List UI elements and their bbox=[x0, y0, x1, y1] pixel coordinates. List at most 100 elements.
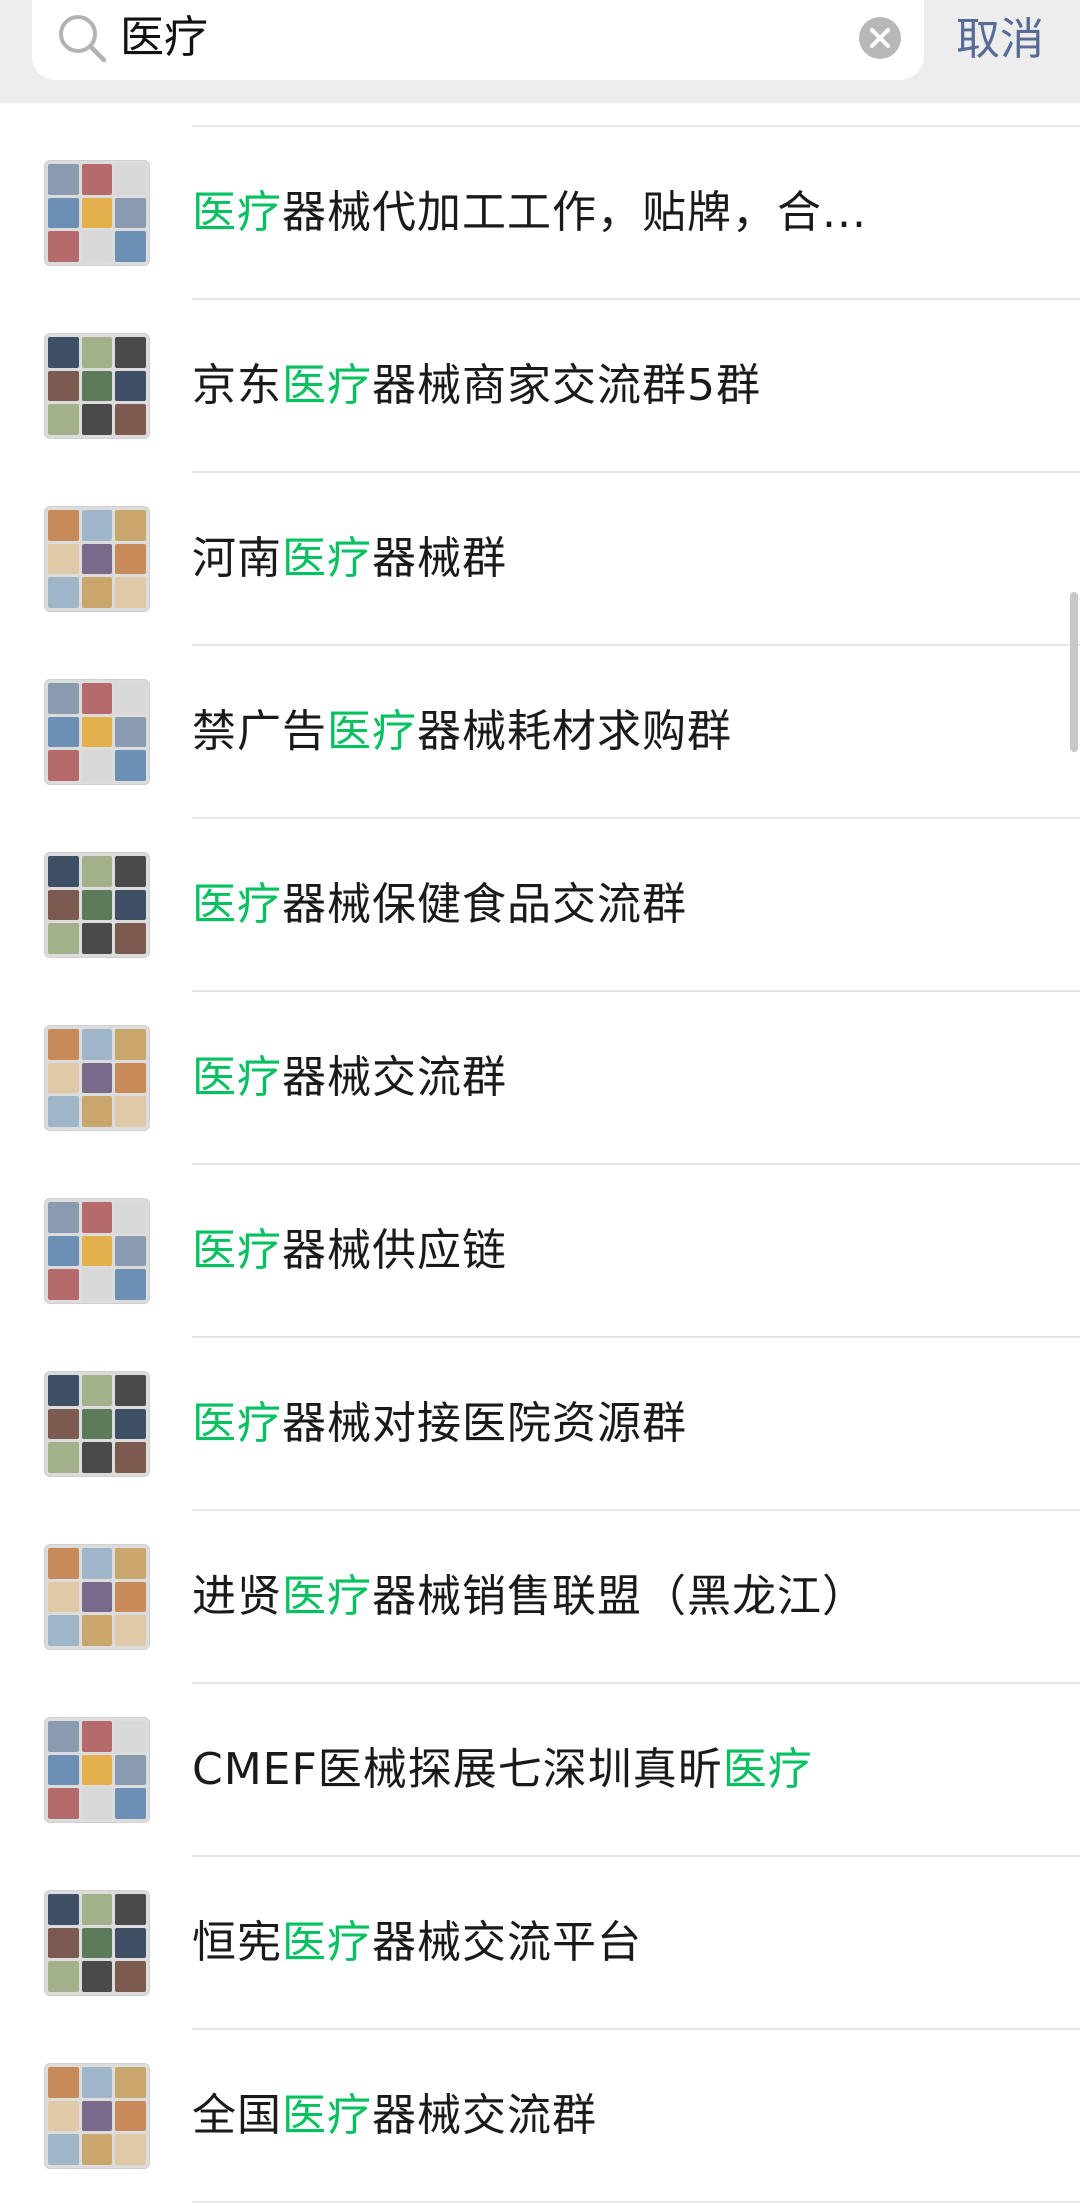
group-avatar bbox=[44, 852, 150, 958]
group-avatar bbox=[44, 1544, 150, 1650]
avatar-tile bbox=[48, 1442, 79, 1473]
chat-result-item[interactable]: CMEF医械探展七深圳真昕医疗 bbox=[0, 1684, 1080, 1857]
keyword-highlight: 医疗 bbox=[192, 1398, 282, 1449]
chat-result-item[interactable]: 全国医疗器械交流群 bbox=[0, 2030, 1080, 2203]
avatar-tile bbox=[115, 889, 146, 921]
avatar-tile bbox=[115, 543, 146, 575]
avatar-tile bbox=[48, 370, 79, 402]
cancel-button[interactable]: 取消 bbox=[956, 14, 1044, 66]
name-text: 器械群 bbox=[372, 533, 507, 584]
name-text: 器械代加工工作，贴牌，合... bbox=[282, 187, 867, 238]
group-avatar bbox=[44, 1890, 150, 1996]
avatar-tile bbox=[115, 2067, 146, 2098]
group-avatar bbox=[44, 1717, 150, 1823]
clear-icon[interactable] bbox=[858, 16, 902, 60]
avatar-tile bbox=[115, 1961, 146, 1992]
avatar-tile bbox=[115, 1029, 146, 1060]
avatar-tile bbox=[48, 1721, 79, 1752]
avatar-tile bbox=[81, 1581, 113, 1613]
avatar-tile bbox=[48, 1961, 79, 1992]
avatar-tile bbox=[81, 1442, 113, 1473]
group-name: 医疗器械供应链 bbox=[192, 1223, 507, 1279]
avatar-tile bbox=[115, 231, 146, 262]
avatar-tile bbox=[81, 1269, 113, 1300]
avatar-tile bbox=[115, 1754, 146, 1786]
avatar-tile bbox=[81, 716, 113, 748]
avatar-tile bbox=[81, 1894, 113, 1925]
avatar-tile bbox=[115, 683, 146, 714]
avatar-tile bbox=[115, 1269, 146, 1300]
avatar-tile bbox=[115, 750, 146, 781]
group-name: 全国医疗器械交流群 bbox=[192, 2088, 597, 2144]
avatar-tile bbox=[48, 1096, 79, 1127]
group-avatar bbox=[44, 333, 150, 439]
keyword-highlight: 医疗 bbox=[722, 1744, 813, 1795]
avatar-tile bbox=[115, 716, 146, 748]
avatar-tile bbox=[81, 370, 113, 402]
group-name: 进贤医疗器械销售联盟（黑龙江） bbox=[192, 1569, 867, 1625]
name-text: 器械保健食品交流群 bbox=[282, 879, 687, 930]
avatar-tile bbox=[115, 1788, 146, 1819]
group-avatar bbox=[44, 1025, 150, 1131]
avatar-tile bbox=[81, 1375, 113, 1406]
avatar-tile bbox=[81, 1615, 113, 1646]
group-name: 禁广告医疗器械耗材求购群 bbox=[192, 704, 732, 760]
avatar-tile bbox=[115, 510, 146, 541]
avatar-tile bbox=[81, 337, 113, 368]
avatar-tile bbox=[48, 1548, 79, 1579]
avatar-tile bbox=[48, 2100, 79, 2132]
chat-result-item[interactable]: 医疗器械供应链 bbox=[0, 1165, 1080, 1338]
group-avatar bbox=[44, 1198, 150, 1304]
keyword-highlight: 医疗 bbox=[192, 1225, 282, 1276]
avatar-tile bbox=[81, 231, 113, 262]
avatar-tile bbox=[81, 2100, 113, 2132]
chat-result-item[interactable]: 京东医疗器械商家交流群5群 bbox=[0, 300, 1080, 473]
chat-result-item[interactable]: 河南医疗器械群 bbox=[0, 473, 1080, 646]
keyword-highlight: 医疗 bbox=[282, 360, 372, 411]
avatar-tile bbox=[48, 1927, 79, 1959]
name-text: 器械供应链 bbox=[282, 1225, 507, 1276]
chat-result-item[interactable]: 医疗器械保健食品交流群 bbox=[0, 819, 1080, 992]
avatar-tile bbox=[81, 856, 113, 887]
avatar-tile bbox=[115, 1375, 146, 1406]
avatar-tile bbox=[115, 2134, 146, 2165]
avatar-tile bbox=[81, 889, 113, 921]
chat-result-item[interactable]: 恒宪医疗器械交流平台 bbox=[0, 1857, 1080, 2030]
search-query-text[interactable]: 医疗 bbox=[120, 10, 208, 66]
avatar-tile bbox=[115, 1927, 146, 1959]
keyword-highlight: 医疗 bbox=[282, 533, 372, 584]
keyword-highlight: 医疗 bbox=[192, 1052, 282, 1103]
group-name: 京东医疗器械商家交流群5群 bbox=[192, 358, 761, 414]
chat-result-item[interactable]: 医疗器械代加工工作，贴牌，合... bbox=[0, 127, 1080, 300]
group-avatar bbox=[44, 506, 150, 612]
chat-result-item[interactable]: 医疗器械交流群 bbox=[0, 992, 1080, 1165]
chat-result-item[interactable]: 进贤医疗器械销售联盟（黑龙江） bbox=[0, 1511, 1080, 1684]
group-avatar bbox=[44, 160, 150, 266]
avatar-tile bbox=[115, 1235, 146, 1267]
avatar-tile bbox=[81, 2134, 113, 2165]
scrollbar[interactable] bbox=[1070, 592, 1078, 752]
avatar-tile bbox=[81, 1096, 113, 1127]
avatar-tile bbox=[48, 716, 79, 748]
avatar-tile bbox=[48, 543, 79, 575]
avatar-tile bbox=[81, 683, 113, 714]
search-input[interactable]: 医疗 bbox=[32, 0, 924, 80]
name-text: 河南 bbox=[192, 533, 282, 584]
keyword-highlight: 医疗 bbox=[282, 2090, 372, 2141]
chat-result-item[interactable]: 医疗器械对接医院资源群 bbox=[0, 1338, 1080, 1511]
avatar-tile bbox=[48, 923, 79, 954]
chat-result-item[interactable]: 禁广告医疗器械耗材求购群 bbox=[0, 646, 1080, 819]
avatar-tile bbox=[115, 1721, 146, 1752]
avatar-tile bbox=[115, 1615, 146, 1646]
name-text: 器械对接医院资源群 bbox=[282, 1398, 687, 1449]
avatar-tile bbox=[48, 2134, 79, 2165]
group-name: 医疗器械对接医院资源群 bbox=[192, 1396, 687, 1452]
avatar-tile bbox=[81, 1721, 113, 1752]
avatar-tile bbox=[81, 1202, 113, 1233]
name-text: 器械交流平台 bbox=[372, 1917, 642, 1968]
avatar-tile bbox=[115, 2100, 146, 2132]
keyword-highlight: 医疗 bbox=[282, 1917, 372, 1968]
keyword-highlight: 医疗 bbox=[282, 1571, 372, 1622]
avatar-tile bbox=[115, 1096, 146, 1127]
keyword-highlight: 医疗 bbox=[192, 879, 282, 930]
